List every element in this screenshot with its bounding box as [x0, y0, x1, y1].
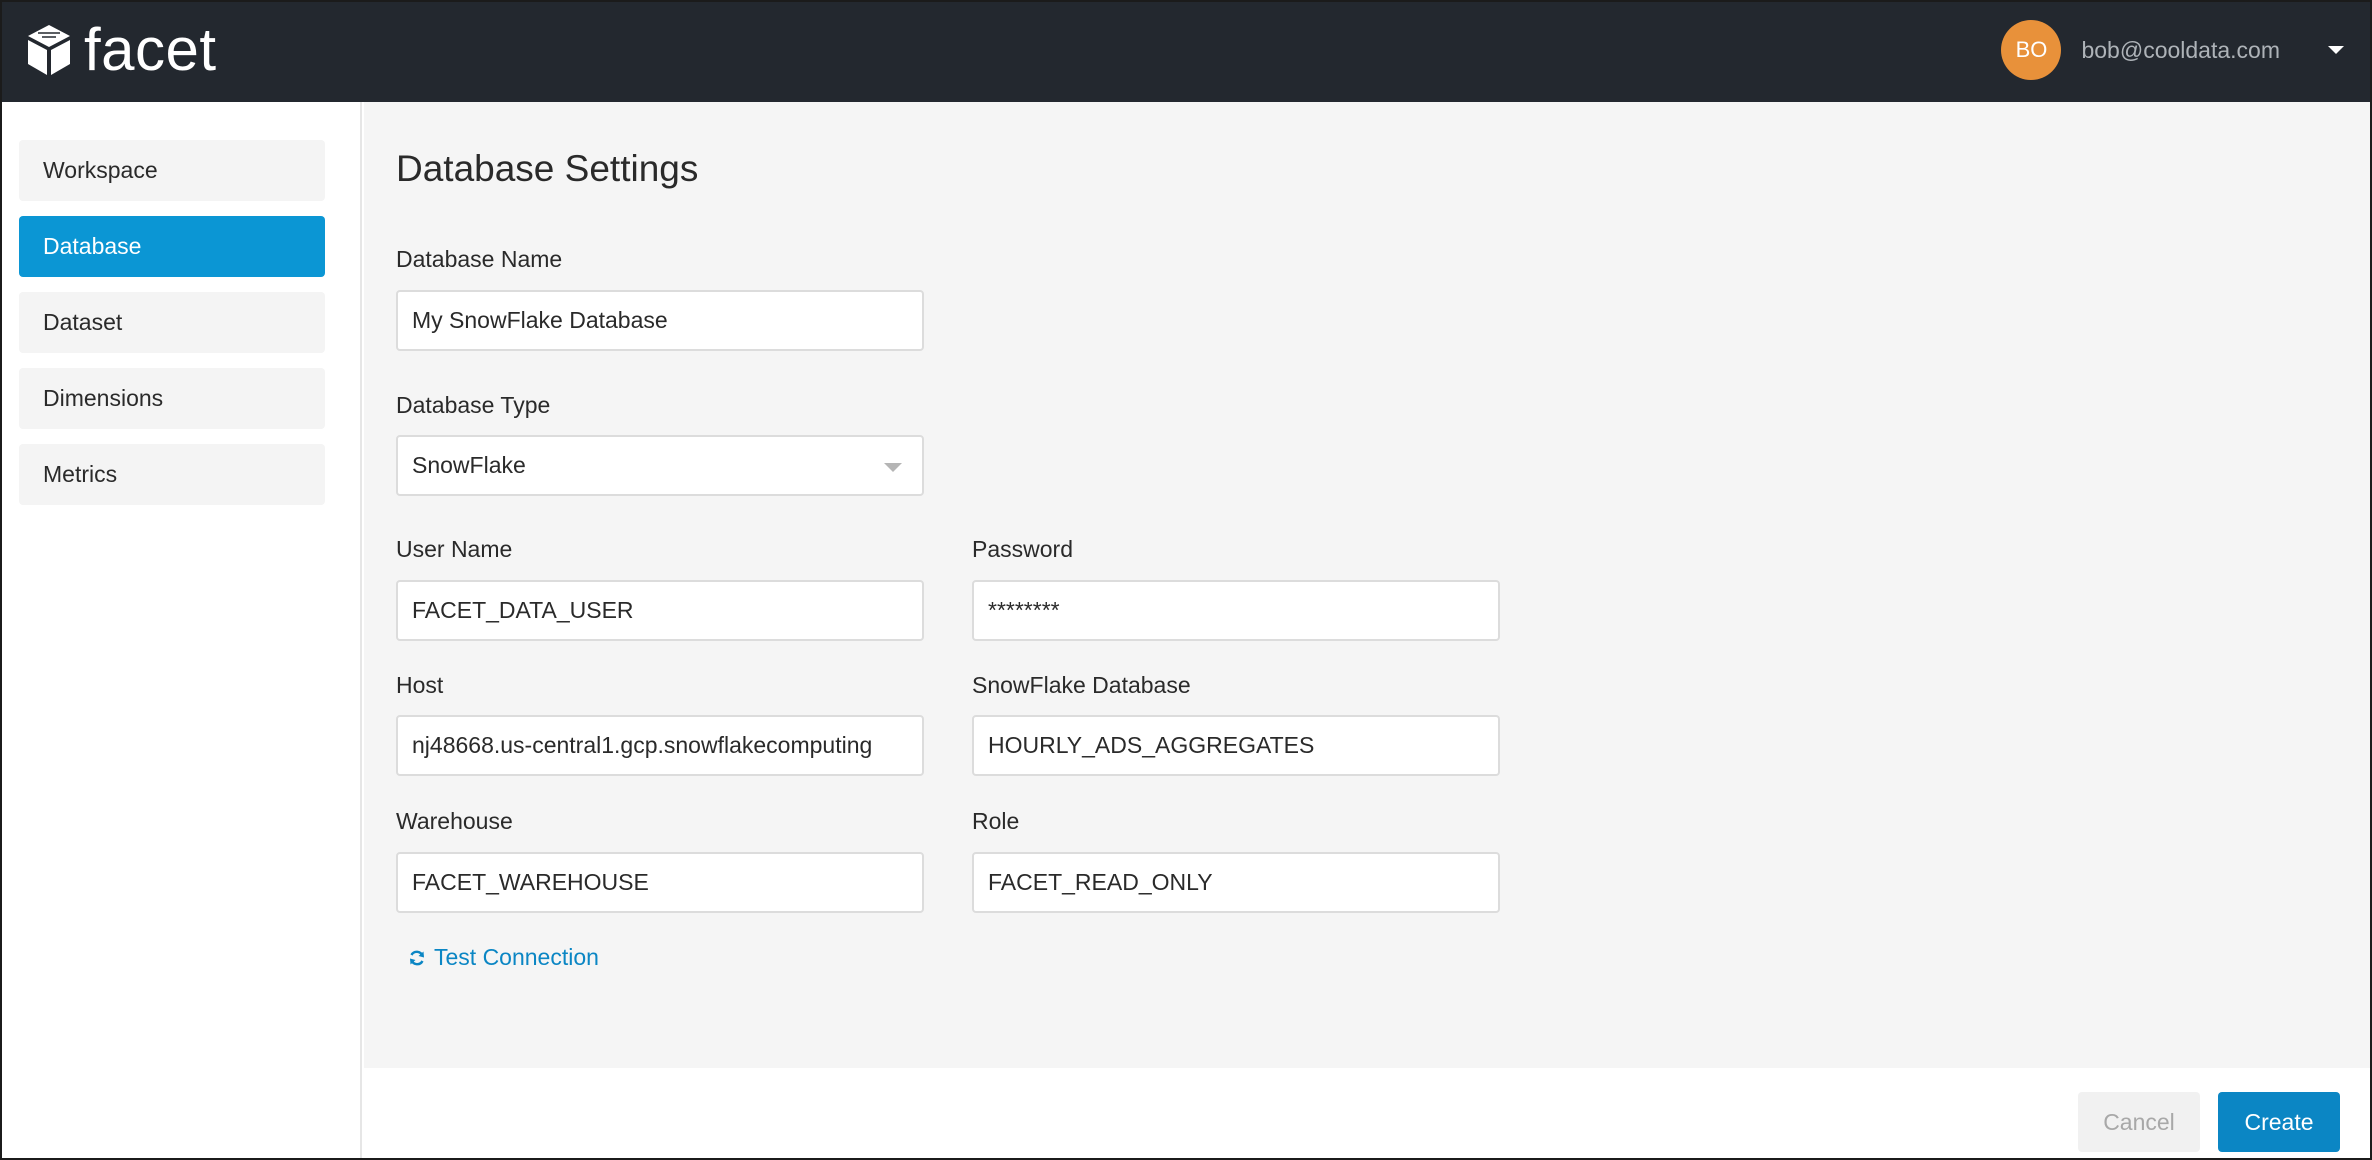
warehouse-label: Warehouse: [396, 808, 513, 834]
sidebar-item-label: Dimensions: [43, 385, 164, 411]
test-connection-label: Test Connection: [434, 944, 599, 970]
warehouse-field[interactable]: FACET_WAREHOUSE: [396, 852, 924, 913]
sidebar-item-label: Workspace: [43, 157, 158, 183]
database-name-label: Database Name: [396, 246, 563, 272]
app-logo[interactable]: facet: [26, 20, 217, 80]
sidebar-item-dataset[interactable]: Dataset: [19, 292, 325, 353]
logo-text: facet: [84, 16, 217, 83]
database-type-label: Database Type: [396, 392, 551, 418]
cancel-button[interactable]: Cancel: [2078, 1092, 2200, 1152]
sidebar-item-metrics[interactable]: Metrics: [19, 444, 325, 505]
password-value: ********: [988, 597, 1060, 623]
sidebar-item-database[interactable]: Database: [19, 216, 325, 277]
database-type-value: SnowFlake: [412, 452, 526, 478]
role-field[interactable]: FACET_READ_ONLY: [972, 852, 1500, 913]
user-menu[interactable]: BO bob@cooldata.com: [2001, 18, 2344, 82]
user-name-field[interactable]: FACET_DATA_USER: [396, 580, 924, 641]
sidebar-item-workspace[interactable]: Workspace: [19, 140, 325, 201]
snowflake-database-label: SnowFlake Database: [972, 672, 1191, 698]
cube-logo-icon: [28, 25, 70, 75]
snowflake-database-value: HOURLY_ADS_AGGREGATES: [988, 732, 1315, 758]
sidebar: Workspace Database Dataset Dimensions Me…: [2, 102, 362, 1158]
refresh-icon: [410, 950, 424, 965]
host-value: nj48668.us-central1.gcp.snowflakecomputi…: [412, 732, 873, 758]
sidebar-item-label: Database: [43, 233, 142, 259]
user-email[interactable]: bob@cooldata.com: [2081, 37, 2280, 64]
password-label: Password: [972, 536, 1073, 562]
create-button[interactable]: Create: [2218, 1092, 2340, 1152]
sidebar-item-dimensions[interactable]: Dimensions: [19, 368, 325, 429]
main-panel: Database Settings Database Name My SnowF…: [364, 102, 2370, 1068]
database-name-field[interactable]: My SnowFlake Database: [396, 290, 924, 351]
database-name-value: My SnowFlake Database: [412, 307, 668, 333]
page-title: Database Settings: [396, 148, 699, 189]
footer-bar: Cancel Create: [364, 1068, 2370, 1158]
password-field[interactable]: ********: [972, 580, 1500, 641]
role-value: FACET_READ_ONLY: [988, 869, 1213, 895]
app-window: facet BO bob@cooldata.com Workspace Data…: [0, 0, 2372, 1160]
host-label: Host: [396, 672, 444, 698]
snowflake-database-field[interactable]: HOURLY_ADS_AGGREGATES: [972, 715, 1500, 776]
warehouse-value: FACET_WAREHOUSE: [412, 869, 649, 895]
user-name-label: User Name: [396, 536, 513, 562]
sidebar-item-label: Metrics: [43, 461, 118, 487]
chevron-down-icon[interactable]: [884, 463, 902, 472]
database-type-select[interactable]: SnowFlake: [396, 435, 924, 496]
top-bar: facet BO bob@cooldata.com: [2, 2, 2370, 102]
chevron-down-icon[interactable]: [2328, 46, 2344, 54]
avatar[interactable]: BO: [2001, 20, 2062, 80]
test-connection-link[interactable]: Test Connection: [408, 944, 599, 971]
sidebar-item-label: Dataset: [43, 309, 123, 335]
host-field[interactable]: nj48668.us-central1.gcp.snowflakecomputi…: [396, 715, 924, 776]
role-label: Role: [972, 808, 1020, 834]
user-name-value: FACET_DATA_USER: [412, 597, 634, 623]
